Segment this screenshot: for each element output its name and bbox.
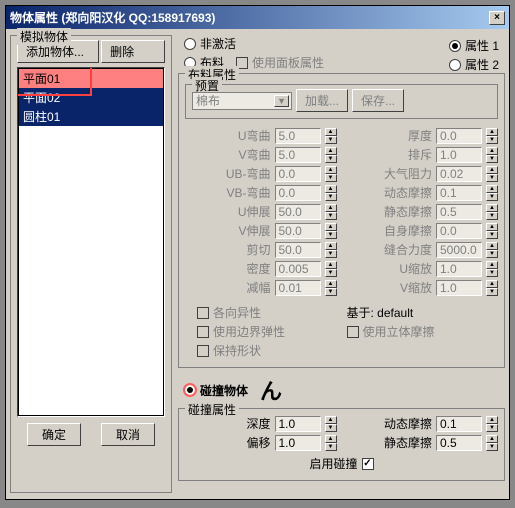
spin-up[interactable]: ▲ bbox=[325, 147, 337, 155]
preset-select[interactable]: 棉布 bbox=[192, 92, 292, 110]
title-text: 物体属性 (郑向阳汉化 QQ:158917693) bbox=[10, 9, 215, 26]
spin-up[interactable]: ▲ bbox=[325, 280, 337, 288]
cancel-button[interactable]: 取消 bbox=[101, 423, 155, 446]
cloth-param-input[interactable] bbox=[275, 242, 321, 258]
cloth-param-input[interactable] bbox=[436, 147, 482, 163]
spin-up[interactable]: ▲ bbox=[486, 261, 498, 269]
objects-listbox[interactable]: 平面01 平面02 圆柱01 ˋ bbox=[17, 67, 165, 417]
remove-object-button[interactable]: 删除 bbox=[101, 40, 165, 63]
list-item[interactable]: 平面01 bbox=[19, 69, 163, 88]
spin-down[interactable]: ▼ bbox=[486, 250, 498, 258]
spin-up[interactable]: ▲ bbox=[325, 261, 337, 269]
spin-up[interactable]: ▲ bbox=[486, 204, 498, 212]
spin-up[interactable]: ▲ bbox=[486, 435, 498, 443]
cloth-param-input[interactable] bbox=[275, 166, 321, 182]
spin-down[interactable]: ▼ bbox=[325, 269, 337, 277]
spin-up[interactable]: ▲ bbox=[325, 166, 337, 174]
spin-up[interactable]: ▲ bbox=[486, 185, 498, 193]
close-button[interactable]: × bbox=[489, 11, 505, 25]
aniso-checkbox bbox=[197, 307, 209, 319]
spin-down[interactable]: ▼ bbox=[325, 136, 337, 144]
spin-down[interactable]: ▼ bbox=[325, 212, 337, 220]
spin-down[interactable]: ▼ bbox=[325, 174, 337, 182]
spin-up[interactable]: ▲ bbox=[486, 128, 498, 136]
collision-props-group: 碰撞属性 深度▲▼ 偏移▲▼ 动态摩擦▲▼ 静态摩擦▲▼ 启用碰撞✓ bbox=[178, 408, 505, 481]
cloth-param-input[interactable] bbox=[275, 128, 321, 144]
spin-up[interactable]: ▲ bbox=[325, 185, 337, 193]
spin-down[interactable]: ▼ bbox=[325, 193, 337, 201]
stat-friction-input[interactable] bbox=[436, 435, 482, 451]
ok-button[interactable]: 确定 bbox=[27, 423, 81, 446]
based-on-label: 基于: default bbox=[347, 306, 414, 320]
spin-up[interactable]: ▲ bbox=[486, 242, 498, 250]
spin-down[interactable]: ▼ bbox=[486, 136, 498, 144]
cloth-param-input[interactable] bbox=[436, 166, 482, 182]
preset-group: 预置 棉布 加载... 保存... bbox=[185, 84, 498, 119]
radio-collision[interactable] bbox=[184, 384, 196, 396]
spin-up[interactable]: ▲ bbox=[486, 416, 498, 424]
cloth-param-input[interactable] bbox=[275, 261, 321, 277]
cloth-param-input[interactable] bbox=[436, 128, 482, 144]
spin-up[interactable]: ▲ bbox=[486, 280, 498, 288]
cloth-param-input[interactable] bbox=[436, 185, 482, 201]
annotation-scribble: ん bbox=[260, 374, 282, 406]
spin-up[interactable]: ▲ bbox=[486, 166, 498, 174]
spin-down[interactable]: ▼ bbox=[325, 443, 337, 451]
spin-down[interactable]: ▼ bbox=[325, 288, 337, 296]
spin-up[interactable]: ▲ bbox=[325, 128, 337, 136]
spin-down[interactable]: ▼ bbox=[325, 231, 337, 239]
spin-down[interactable]: ▼ bbox=[325, 424, 337, 432]
spin-up[interactable]: ▲ bbox=[325, 435, 337, 443]
spin-down[interactable]: ▼ bbox=[325, 250, 337, 258]
cloth-param-input[interactable] bbox=[275, 223, 321, 239]
titlebar: 物体属性 (郑向阳汉化 QQ:158917693) × bbox=[6, 6, 509, 29]
dyn-friction-input[interactable] bbox=[436, 416, 482, 432]
cloth-param-input[interactable] bbox=[275, 204, 321, 220]
edge-spring-checkbox bbox=[197, 326, 209, 338]
spin-down[interactable]: ▼ bbox=[486, 443, 498, 451]
spin-down[interactable]: ▼ bbox=[486, 424, 498, 432]
cloth-param-input[interactable] bbox=[275, 185, 321, 201]
spin-down[interactable]: ▼ bbox=[486, 193, 498, 201]
cloth-param-input[interactable] bbox=[436, 280, 482, 296]
spin-down[interactable]: ▼ bbox=[486, 269, 498, 277]
spin-down[interactable]: ▼ bbox=[486, 231, 498, 239]
depth-input[interactable] bbox=[275, 416, 321, 432]
cloth-param-input[interactable] bbox=[436, 242, 482, 258]
list-item[interactable]: 平面02 bbox=[19, 88, 163, 107]
radio-inactive[interactable] bbox=[184, 38, 196, 50]
cloth-param-input[interactable] bbox=[275, 280, 321, 296]
save-preset-button[interactable]: 保存... bbox=[352, 89, 404, 112]
list-item[interactable]: 圆柱01 bbox=[19, 107, 163, 126]
enable-collision-checkbox[interactable]: ✓ bbox=[362, 458, 374, 470]
spin-up[interactable]: ▲ bbox=[325, 223, 337, 231]
spin-down[interactable]: ▼ bbox=[325, 155, 337, 163]
cloth-param-input[interactable] bbox=[436, 261, 482, 277]
spin-up[interactable]: ▲ bbox=[325, 242, 337, 250]
offset-input[interactable] bbox=[275, 435, 321, 451]
spin-down[interactable]: ▼ bbox=[486, 155, 498, 163]
solid-friction-checkbox bbox=[347, 326, 359, 338]
cloth-param-input[interactable] bbox=[436, 204, 482, 220]
spin-down[interactable]: ▼ bbox=[486, 288, 498, 296]
spin-up[interactable]: ▲ bbox=[486, 223, 498, 231]
sim-objects-group: 模拟物体 添加物体... 删除 平面01 平面02 圆柱01 ˋ 确定 bbox=[10, 35, 172, 493]
spin-up[interactable]: ▲ bbox=[486, 147, 498, 155]
radio-prop2[interactable] bbox=[449, 59, 461, 71]
dialog-window: 物体属性 (郑向阳汉化 QQ:158917693) × 属性 1 属性 2 模拟… bbox=[5, 5, 510, 500]
load-preset-button[interactable]: 加载... bbox=[296, 89, 348, 112]
spin-up[interactable]: ▲ bbox=[325, 204, 337, 212]
cloth-param-input[interactable] bbox=[436, 223, 482, 239]
property-radio-group: 属性 1 属性 2 bbox=[449, 35, 499, 75]
spin-up[interactable]: ▲ bbox=[325, 416, 337, 424]
spin-down[interactable]: ▼ bbox=[486, 212, 498, 220]
spin-down[interactable]: ▼ bbox=[486, 174, 498, 182]
cloth-props-group: 布料属性 预置 棉布 加载... 保存... U弯曲▲▼V弯曲▲▼UB-弯曲▲▼… bbox=[178, 73, 505, 368]
radio-prop1[interactable] bbox=[449, 40, 461, 52]
keep-shape-checkbox bbox=[197, 345, 209, 357]
cloth-param-input[interactable] bbox=[275, 147, 321, 163]
